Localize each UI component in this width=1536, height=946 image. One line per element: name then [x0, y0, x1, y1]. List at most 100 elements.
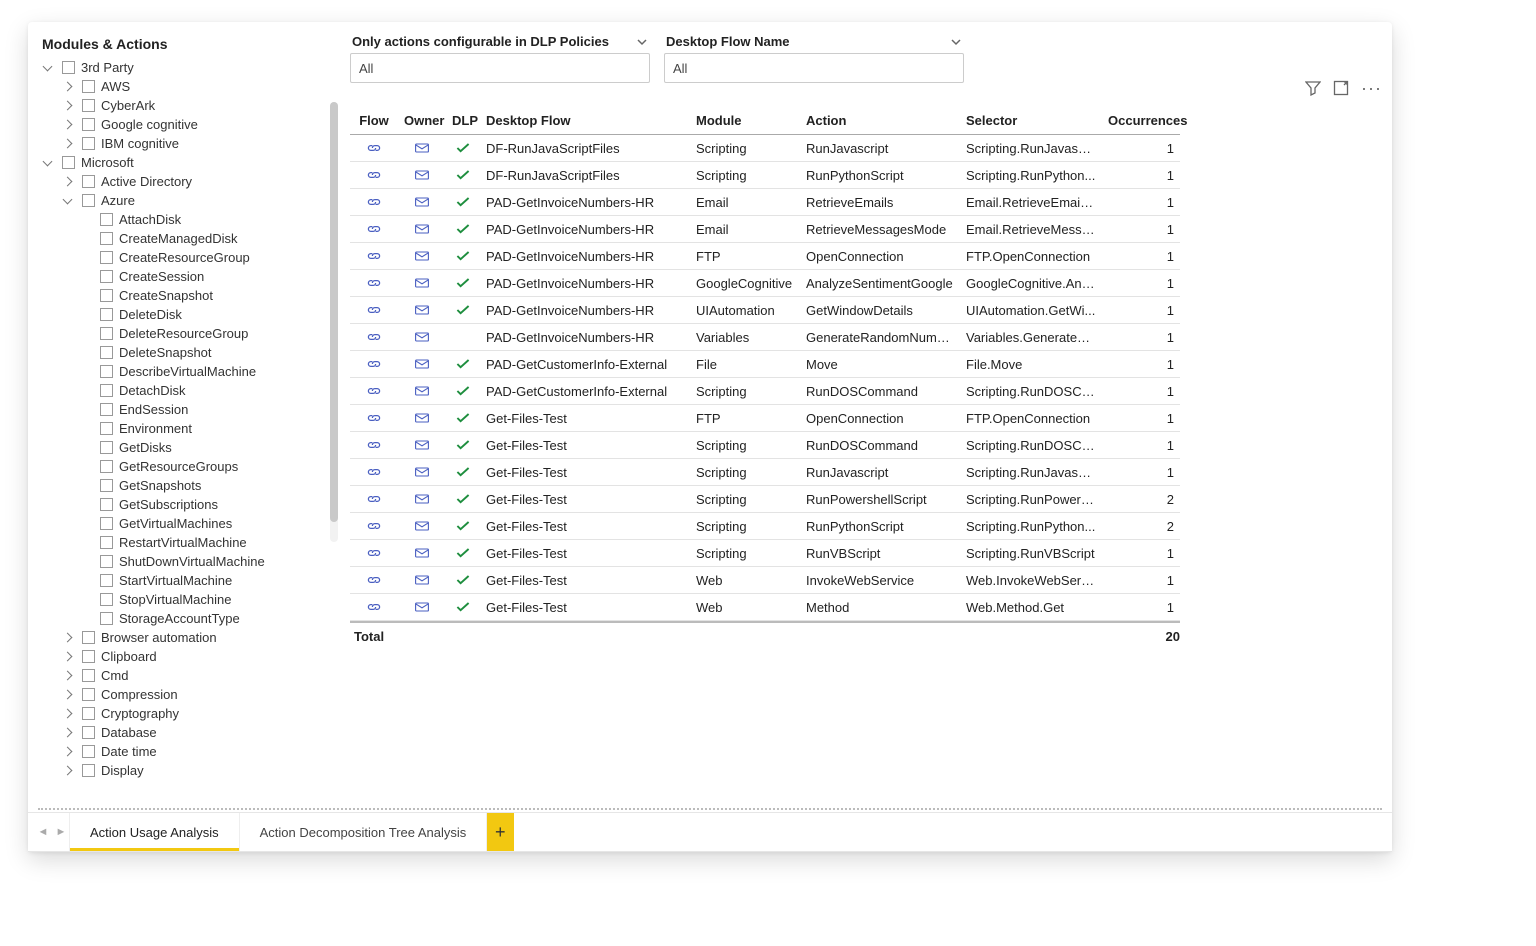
tree-node[interactable]: StartVirtualMachine — [42, 571, 324, 590]
checkbox[interactable] — [100, 270, 113, 283]
tree-node[interactable]: DescribeVirtualMachine — [42, 362, 324, 381]
owner-mail-icon[interactable] — [398, 405, 446, 431]
flow-link-icon[interactable] — [350, 567, 398, 593]
col-occurrences[interactable]: Occurrences — [1102, 107, 1180, 134]
checkbox[interactable] — [100, 232, 113, 245]
tree-node[interactable]: Azure — [42, 191, 324, 210]
checkbox[interactable] — [100, 384, 113, 397]
flow-link-icon[interactable] — [350, 486, 398, 512]
checkbox[interactable] — [100, 517, 113, 530]
tree-node[interactable]: AttachDisk — [42, 210, 324, 229]
owner-mail-icon[interactable] — [398, 270, 446, 296]
checkbox[interactable] — [62, 61, 75, 74]
checkbox[interactable] — [100, 593, 113, 606]
chevron-right-icon[interactable] — [62, 707, 76, 721]
tree-node[interactable]: Google cognitive — [42, 115, 324, 134]
table-row[interactable]: DF-RunJavaScriptFilesScriptingRunPythonS… — [350, 162, 1180, 189]
table-row[interactable]: Get-Files-TestScriptingRunPythonScriptSc… — [350, 513, 1180, 540]
flow-link-icon[interactable] — [350, 243, 398, 269]
page-tab[interactable]: Action Usage Analysis — [69, 813, 240, 851]
owner-mail-icon[interactable] — [398, 567, 446, 593]
owner-mail-icon[interactable] — [398, 162, 446, 188]
table-row[interactable]: PAD-GetCustomerInfo-ExternalScriptingRun… — [350, 378, 1180, 405]
owner-mail-icon[interactable] — [398, 513, 446, 539]
tree-node[interactable]: Environment — [42, 419, 324, 438]
checkbox[interactable] — [100, 213, 113, 226]
chevron-right-icon[interactable] — [62, 650, 76, 664]
table-row[interactable]: Get-Files-TestScriptingRunPowershellScri… — [350, 486, 1180, 513]
flow-link-icon[interactable] — [350, 378, 398, 404]
tree-node[interactable]: Browser automation — [42, 628, 324, 647]
flow-link-icon[interactable] — [350, 351, 398, 377]
col-action[interactable]: Action — [800, 107, 960, 134]
owner-mail-icon[interactable] — [398, 540, 446, 566]
chevron-right-icon[interactable] — [62, 669, 76, 683]
table-row[interactable]: PAD-GetInvoiceNumbers-HRUIAutomationGetW… — [350, 297, 1180, 324]
checkbox[interactable] — [100, 555, 113, 568]
flow-link-icon[interactable] — [350, 540, 398, 566]
page-tab[interactable]: Action Decomposition Tree Analysis — [239, 813, 488, 851]
tree-node[interactable]: Cmd — [42, 666, 324, 685]
table-row[interactable]: Get-Files-TestFTPOpenConnectionFTP.OpenC… — [350, 405, 1180, 432]
checkbox[interactable] — [100, 403, 113, 416]
tree-node[interactable]: GetResourceGroups — [42, 457, 324, 476]
checkbox[interactable] — [100, 574, 113, 587]
checkbox[interactable] — [100, 441, 113, 454]
tree-node[interactable]: IBM cognitive — [42, 134, 324, 153]
tree-node[interactable]: DetachDisk — [42, 381, 324, 400]
checkbox[interactable] — [100, 460, 113, 473]
owner-mail-icon[interactable] — [398, 486, 446, 512]
chevron-right-icon[interactable] — [62, 745, 76, 759]
tree-node[interactable]: CreateSnapshot — [42, 286, 324, 305]
flow-link-icon[interactable] — [350, 405, 398, 431]
checkbox[interactable] — [82, 80, 95, 93]
tree-node[interactable]: CreateResourceGroup — [42, 248, 324, 267]
checkbox[interactable] — [82, 707, 95, 720]
checkbox[interactable] — [100, 536, 113, 549]
tree-node[interactable]: StorageAccountType — [42, 609, 324, 628]
table-row[interactable]: Get-Files-TestScriptingRunDOSCommandScri… — [350, 432, 1180, 459]
tree-node[interactable]: GetSnapshots — [42, 476, 324, 495]
table-row[interactable]: Get-Files-TestScriptingRunVBScriptScript… — [350, 540, 1180, 567]
checkbox[interactable] — [100, 327, 113, 340]
table-row[interactable]: Get-Files-TestScriptingRunJavascriptScri… — [350, 459, 1180, 486]
tab-prev-button[interactable]: ◄ — [34, 813, 52, 851]
checkbox[interactable] — [82, 650, 95, 663]
tree-node[interactable]: AWS — [42, 77, 324, 96]
checkbox[interactable] — [82, 118, 95, 131]
chevron-down-icon[interactable] — [636, 36, 648, 48]
add-page-button[interactable]: + — [486, 813, 514, 851]
flow-link-icon[interactable] — [350, 189, 398, 215]
chevron-right-icon[interactable] — [62, 688, 76, 702]
checkbox[interactable] — [82, 137, 95, 150]
flow-link-icon[interactable] — [350, 270, 398, 296]
owner-mail-icon[interactable] — [398, 189, 446, 215]
checkbox[interactable] — [82, 99, 95, 112]
filter-icon[interactable] — [1305, 80, 1321, 96]
table-row[interactable]: PAD-GetInvoiceNumbers-HRFTPOpenConnectio… — [350, 243, 1180, 270]
tree-node[interactable]: DeleteResourceGroup — [42, 324, 324, 343]
checkbox[interactable] — [62, 156, 75, 169]
tree-node[interactable]: Cryptography — [42, 704, 324, 723]
owner-mail-icon[interactable] — [398, 297, 446, 323]
table-row[interactable]: PAD-GetInvoiceNumbers-HREmailRetrieveEma… — [350, 189, 1180, 216]
table-row[interactable]: PAD-GetCustomerInfo-ExternalFileMoveFile… — [350, 351, 1180, 378]
table-row[interactable]: Get-Files-TestWebMethodWeb.Method.Get1 — [350, 594, 1180, 621]
checkbox[interactable] — [82, 631, 95, 644]
owner-mail-icon[interactable] — [398, 324, 446, 350]
chevron-right-icon[interactable] — [62, 764, 76, 778]
checkbox[interactable] — [82, 726, 95, 739]
tree-node[interactable]: StopVirtualMachine — [42, 590, 324, 609]
tree-node[interactable]: Date time — [42, 742, 324, 761]
table-row[interactable]: DF-RunJavaScriptFilesScriptingRunJavascr… — [350, 135, 1180, 162]
checkbox[interactable] — [100, 308, 113, 321]
flow-link-icon[interactable] — [350, 513, 398, 539]
tree-node[interactable]: DeleteDisk — [42, 305, 324, 324]
chevron-right-icon[interactable] — [62, 99, 76, 113]
chevron-right-icon[interactable] — [62, 175, 76, 189]
tree-node[interactable]: ShutDownVirtualMachine — [42, 552, 324, 571]
checkbox[interactable] — [100, 498, 113, 511]
checkbox[interactable] — [100, 422, 113, 435]
tree-node[interactable]: GetDisks — [42, 438, 324, 457]
tree-node[interactable]: CreateManagedDisk — [42, 229, 324, 248]
